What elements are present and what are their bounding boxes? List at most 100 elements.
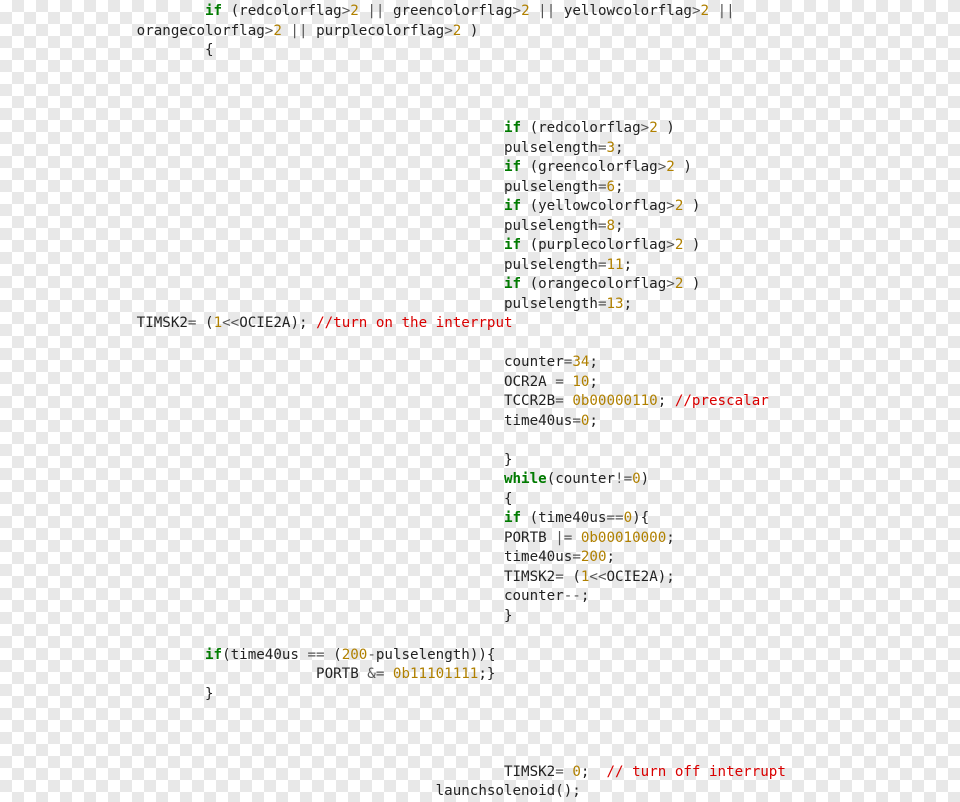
keyword-if: if — [504, 159, 521, 175]
identifier: OCR2A — [504, 374, 555, 390]
operator: || — [282, 23, 316, 39]
operator: &= — [367, 666, 393, 682]
number: 2 — [453, 23, 462, 39]
identifier: TIMSK2 — [504, 569, 555, 585]
identifier: time40us — [504, 549, 572, 565]
punctuation: ) — [461, 23, 478, 39]
number: 2 — [350, 3, 359, 19]
identifier: pulselength — [504, 296, 598, 312]
identifier: launchsolenoid(); — [436, 783, 581, 799]
identifier: (yellowcolorflag — [521, 198, 666, 214]
number: 0b00000110 — [572, 393, 657, 409]
number: 13 — [606, 296, 623, 312]
punctuation: ( — [333, 647, 342, 663]
number: 8 — [606, 218, 615, 234]
punctuation: ; — [606, 549, 615, 565]
keyword-if: if — [504, 510, 521, 526]
code-line: if (greencolorflag>2 ) — [0, 159, 692, 175]
number: 3 — [606, 140, 615, 156]
code-line: pulselength=13; — [0, 296, 632, 312]
code-line — [0, 432, 9, 448]
operator: << — [222, 315, 239, 331]
code-block: if (redcolorflag>2 || greencolorflag>2 |… — [0, 0, 960, 802]
punctuation: ; — [615, 179, 624, 195]
identifier: TIMSK2 — [504, 764, 555, 780]
punctuation: ; — [589, 413, 598, 429]
punctuation: ; — [589, 354, 598, 370]
number: 0b11101111 — [393, 666, 478, 682]
identifier: counter — [504, 588, 564, 604]
number: 2 — [649, 120, 658, 136]
operator: = — [555, 393, 572, 409]
operator: = — [555, 569, 572, 585]
number: 200 — [342, 647, 368, 663]
punctuation: ) — [675, 159, 692, 175]
code-line — [0, 81, 9, 97]
code-line: counter=34; — [0, 354, 598, 370]
punctuation: ) — [683, 276, 700, 292]
code-line: if (orangecolorflag>2 ) — [0, 276, 700, 292]
identifier: counter — [504, 354, 564, 370]
identifier: pulselength — [504, 179, 598, 195]
code-line — [0, 705, 9, 721]
operator: > — [342, 3, 351, 19]
punctuation: ; — [624, 296, 633, 312]
comment: //turn on the interrput — [316, 315, 512, 331]
punctuation: ( — [572, 569, 581, 585]
keyword-if: if — [504, 120, 521, 136]
identifier: greencolorflag — [393, 3, 513, 19]
punctuation: ; — [581, 764, 607, 780]
punctuation: ; — [615, 218, 624, 234]
code-line: while(counter!=0) — [0, 471, 649, 487]
identifier: PORTB — [504, 530, 555, 546]
operator: || — [359, 3, 393, 19]
identifier: (orangecolorflag — [521, 276, 666, 292]
code-line: time40us=0; — [0, 413, 598, 429]
identifier: TIMSK2 — [137, 315, 188, 331]
code-line: pulselength=8; — [0, 218, 624, 234]
operator: = — [555, 374, 572, 390]
operator: == — [606, 510, 623, 526]
punctuation: ) — [683, 237, 700, 253]
identifier: TCCR2B — [504, 393, 555, 409]
code-line: PORTB |= 0b00010000; — [0, 530, 675, 546]
code-line — [0, 627, 9, 643]
code-line: pulselength=6; — [0, 179, 624, 195]
identifier: time40us — [504, 413, 572, 429]
keyword-if: if — [205, 3, 222, 19]
keyword-if: if — [504, 237, 521, 253]
number: 200 — [581, 549, 607, 565]
punctuation: ; — [581, 588, 590, 604]
operator: = — [555, 764, 572, 780]
identifier: OCIE2A); — [239, 315, 316, 331]
punctuation: ( — [205, 315, 214, 331]
code-line: time40us=200; — [0, 549, 615, 565]
operator: > — [444, 23, 453, 39]
operator: || — [530, 3, 564, 19]
punctuation: ; — [666, 530, 675, 546]
number: 0 — [624, 510, 633, 526]
number: 34 — [572, 354, 589, 370]
code-line: if (yellowcolorflag>2 ) — [0, 198, 700, 214]
number: 0 — [572, 764, 581, 780]
operator: = — [188, 315, 205, 331]
punctuation: ; — [624, 257, 633, 273]
operator: > — [666, 237, 675, 253]
brace: { — [504, 491, 513, 507]
code-line: { — [0, 42, 214, 58]
code-line: TIMSK2= (1<<OCIE2A); — [0, 569, 675, 585]
punctuation: ) — [641, 471, 650, 487]
code-line — [0, 744, 9, 760]
identifier: pulselength — [504, 257, 598, 273]
operator: || — [709, 3, 743, 19]
identifier: pulselength — [504, 140, 598, 156]
identifier: pulselength)){ — [376, 647, 496, 663]
identifier: (time40us — [222, 647, 307, 663]
number: 6 — [606, 179, 615, 195]
code-line: if (redcolorflag>2 || greencolorflag>2 |… — [0, 3, 743, 19]
code-line — [0, 335, 9, 351]
identifier: pulselength — [504, 218, 598, 234]
operator: > — [666, 198, 675, 214]
comment: // turn off interrupt — [606, 764, 785, 780]
code-line: counter--; — [0, 588, 589, 604]
